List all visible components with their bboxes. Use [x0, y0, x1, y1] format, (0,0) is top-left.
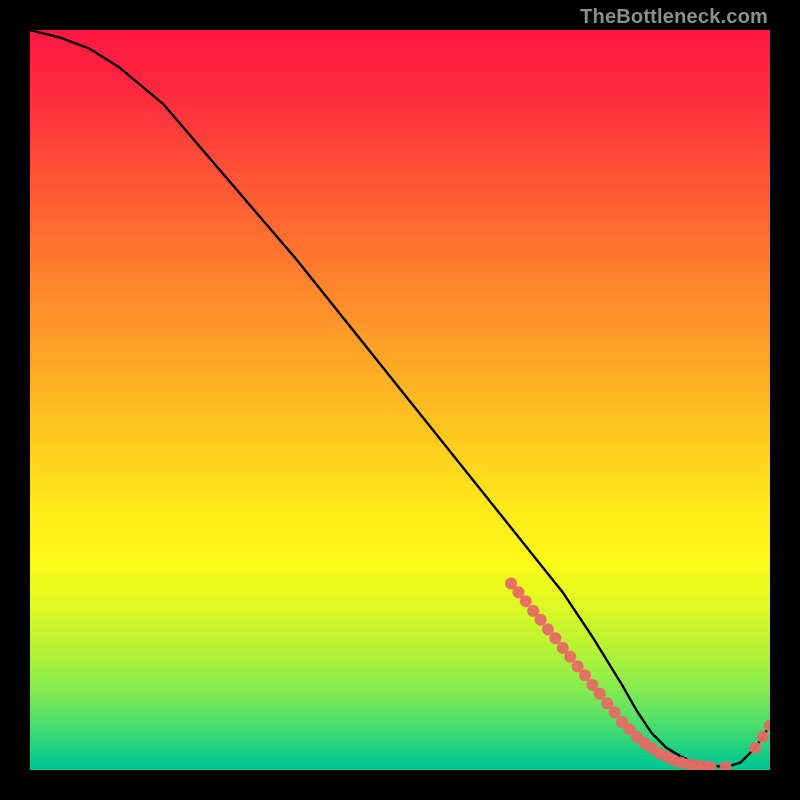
observation-dots [505, 578, 770, 770]
dot [564, 651, 576, 663]
dot [720, 761, 732, 770]
dot [594, 688, 606, 700]
watermark-text: TheBottleneck.com [580, 6, 768, 29]
dot [535, 614, 547, 626]
dot [549, 632, 561, 644]
bottleneck-curve [30, 30, 770, 767]
dot [609, 706, 621, 718]
curve-layer [30, 30, 770, 770]
dot [520, 595, 532, 607]
dot [764, 720, 770, 732]
dot [579, 669, 591, 681]
dot [749, 742, 761, 754]
dot [757, 731, 769, 743]
plot-area [30, 30, 770, 770]
chart-frame: TheBottleneck.com [0, 0, 800, 800]
